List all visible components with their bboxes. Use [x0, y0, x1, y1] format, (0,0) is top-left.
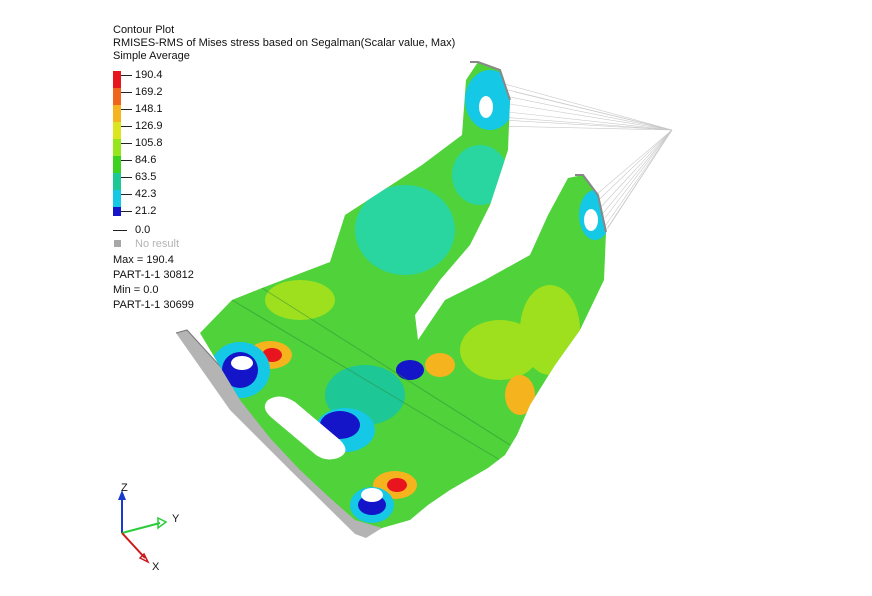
y-axis-label: Y: [172, 513, 180, 525]
z-axis-label: Z: [121, 482, 128, 494]
base-hole-1: [231, 356, 253, 370]
base-hole-2: [361, 488, 383, 502]
mount-hole-1: [479, 96, 493, 118]
axis-triad: [118, 490, 168, 564]
mount-hole-2: [584, 209, 598, 231]
contour-bands: [200, 62, 606, 528]
x-axis-label: X: [152, 561, 160, 573]
